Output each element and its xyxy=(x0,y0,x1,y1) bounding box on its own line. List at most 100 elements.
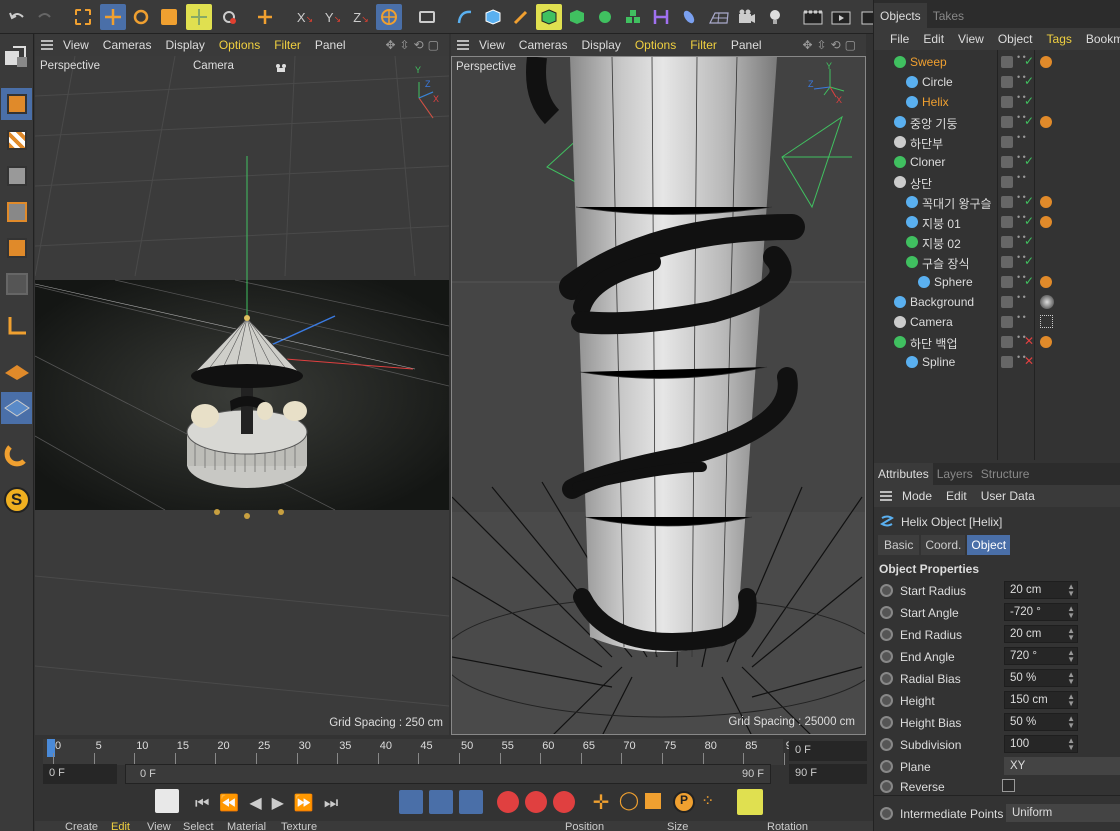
object-name[interactable]: 지붕 01 xyxy=(922,215,961,232)
attribute-value-field[interactable]: -720 ° ▲ ▼ xyxy=(1004,603,1078,621)
object-row[interactable]: Helix • • ✓ xyxy=(874,92,1120,112)
phong-tag-icon[interactable] xyxy=(1040,116,1052,128)
generator-icon[interactable] xyxy=(536,4,562,30)
current-frame-field[interactable]: 0 F xyxy=(789,741,867,761)
menu-options[interactable]: Options xyxy=(635,38,676,52)
object-row[interactable]: 중앙 기둥 • • ✓ xyxy=(874,112,1120,132)
add-object-icon[interactable] xyxy=(252,4,278,30)
z-axis-lock-icon[interactable]: Z↘ xyxy=(348,4,374,30)
tab-layers[interactable]: Layers xyxy=(933,463,977,485)
cloner-icon[interactable] xyxy=(592,4,618,30)
spinner-arrows-icon[interactable]: ▲ ▼ xyxy=(1067,583,1075,598)
enabled-check-icon[interactable]: ✓ xyxy=(1024,154,1034,168)
menu-display[interactable]: Display xyxy=(165,38,204,52)
layer-color-icon[interactable] xyxy=(1001,276,1013,288)
menu-panel[interactable]: Panel xyxy=(315,38,346,52)
redo-icon[interactable] xyxy=(32,4,58,30)
object-row[interactable]: 꼭대기 왕구슬 • • ✓ xyxy=(874,192,1120,212)
object-row[interactable]: Sweep • • ✓ xyxy=(874,52,1120,72)
menu-create[interactable]: Create xyxy=(65,821,98,831)
spinner-arrows-icon[interactable]: ▲ ▼ xyxy=(1067,671,1075,686)
spinner-arrows-icon[interactable]: ▲ ▼ xyxy=(1067,649,1075,664)
key-points-icon[interactable]: ⁘ xyxy=(701,791,723,813)
object-name[interactable]: 하단 백업 xyxy=(910,335,958,352)
enabled-check-icon[interactable]: ✓ xyxy=(1024,94,1034,108)
spinner-arrows-icon[interactable]: ▲ ▼ xyxy=(1067,715,1075,730)
object-name[interactable]: 하단부 xyxy=(910,135,943,152)
recent-tools-icon[interactable] xyxy=(216,4,242,30)
spinner-arrows-icon[interactable]: ▲ ▼ xyxy=(1067,693,1075,708)
loop-icon[interactable] xyxy=(399,790,423,814)
cube-primitive-icon[interactable] xyxy=(480,4,506,30)
model-mode-icon[interactable] xyxy=(1,88,32,120)
menu-view[interactable]: View xyxy=(63,38,89,52)
rotate-tool-icon[interactable] xyxy=(128,4,154,30)
menu-filter[interactable]: Filter xyxy=(274,38,301,52)
pen-tool-icon[interactable] xyxy=(508,4,534,30)
spinner-arrows-icon[interactable]: ▲ ▼ xyxy=(1067,627,1075,642)
viewport-nav-icons[interactable]: ✥⇳⟲▢ xyxy=(385,38,443,52)
start-frame-field[interactable]: 0 F xyxy=(43,764,117,784)
layer-color-icon[interactable] xyxy=(1001,316,1013,328)
workplane-icon[interactable] xyxy=(1,392,32,424)
attribute-value-field[interactable]: 20 cm ▲ ▼ xyxy=(1004,581,1078,599)
object-row[interactable]: 지붕 01 • • ✓ xyxy=(874,212,1120,232)
layer-color-icon[interactable] xyxy=(1001,76,1013,88)
phong-tag-icon[interactable] xyxy=(1040,336,1052,348)
spinner-arrows-icon[interactable]: ▲ ▼ xyxy=(1067,737,1075,752)
subtab-basic[interactable]: Basic xyxy=(878,535,920,555)
object-row[interactable]: Circle • • ✓ xyxy=(874,72,1120,92)
visibility-dots-icon[interactable]: • • xyxy=(1017,313,1026,322)
layer-color-icon[interactable] xyxy=(1001,356,1013,368)
phong-tag-icon[interactable] xyxy=(1040,196,1052,208)
attribute-value-field[interactable]: 150 cm ▲ ▼ xyxy=(1004,691,1078,709)
layer-color-icon[interactable] xyxy=(1001,216,1013,228)
viewport-perspective-left[interactable]: View Cameras Display Options Filter Pane… xyxy=(35,34,449,735)
tab-objects[interactable]: Objects xyxy=(874,3,927,28)
menu-view[interactable]: View xyxy=(479,38,505,52)
camera-icon[interactable] xyxy=(275,62,287,72)
menu-user-data[interactable]: User Data xyxy=(981,489,1035,503)
layer-color-icon[interactable] xyxy=(1001,136,1013,148)
attribute-value-field[interactable]: 50 % ▲ ▼ xyxy=(1004,713,1078,731)
move-tool-icon[interactable] xyxy=(100,4,126,30)
object-row[interactable]: Cloner • • ✓ xyxy=(874,152,1120,172)
reverse-checkbox[interactable] xyxy=(1002,779,1015,792)
camera-object-icon[interactable] xyxy=(734,4,760,30)
layer-color-icon[interactable] xyxy=(1001,236,1013,248)
menu-filter[interactable]: Filter xyxy=(690,38,717,52)
viewport-canvas[interactable]: Y Z X Perspective Camera Grid Spacing : … xyxy=(35,56,449,735)
phong-tag-icon[interactable] xyxy=(1040,276,1052,288)
tweak-mode-icon[interactable] xyxy=(1,356,32,388)
animate-bullet-icon[interactable] xyxy=(880,807,893,820)
frame-range-slider[interactable]: 0 F 90 F xyxy=(125,764,771,784)
layer-color-icon[interactable] xyxy=(1001,256,1013,268)
enabled-check-icon[interactable]: ✓ xyxy=(1024,114,1034,128)
disabled-icon[interactable]: ✕ xyxy=(1024,334,1034,348)
animate-bullet-icon[interactable] xyxy=(880,780,893,793)
spline-icon[interactable] xyxy=(452,4,478,30)
x-axis-lock-icon[interactable]: X↘ xyxy=(292,4,318,30)
enabled-check-icon[interactable]: ✓ xyxy=(1024,194,1034,208)
menu-cameras[interactable]: Cameras xyxy=(519,38,568,52)
plane-dropdown[interactable]: XY xyxy=(1004,757,1120,775)
layer-color-icon[interactable] xyxy=(1001,196,1013,208)
menu-texture[interactable]: Texture xyxy=(281,821,317,831)
intermediate-points-dropdown[interactable]: Uniform xyxy=(1006,804,1120,822)
viewport-perspective-right[interactable]: View Cameras Display Options Filter Pane… xyxy=(451,34,866,735)
object-name[interactable]: 구슬 장식 xyxy=(922,255,970,272)
menu-edit[interactable]: Edit xyxy=(111,821,130,831)
sound-icon[interactable] xyxy=(459,790,483,814)
viewport-canvas[interactable]: Y Z X Perspective Grid Spacing : 25000 c… xyxy=(451,56,866,735)
key-scale-icon[interactable] xyxy=(645,793,661,809)
attribute-value-field[interactable]: 720 ° ▲ ▼ xyxy=(1004,647,1078,665)
menu-cameras[interactable]: Cameras xyxy=(103,38,152,52)
disabled-icon[interactable]: ✕ xyxy=(1024,354,1034,368)
menu-edit[interactable]: Edit xyxy=(946,489,967,503)
y-axis-lock-icon[interactable]: Y↘ xyxy=(320,4,346,30)
object-row[interactable]: 지붕 02 • • ✓ xyxy=(874,232,1120,252)
enabled-check-icon[interactable]: ✓ xyxy=(1024,74,1034,88)
menu-select[interactable]: Select xyxy=(183,821,214,831)
mograph-icon[interactable] xyxy=(620,4,646,30)
layer-color-icon[interactable] xyxy=(1001,116,1013,128)
